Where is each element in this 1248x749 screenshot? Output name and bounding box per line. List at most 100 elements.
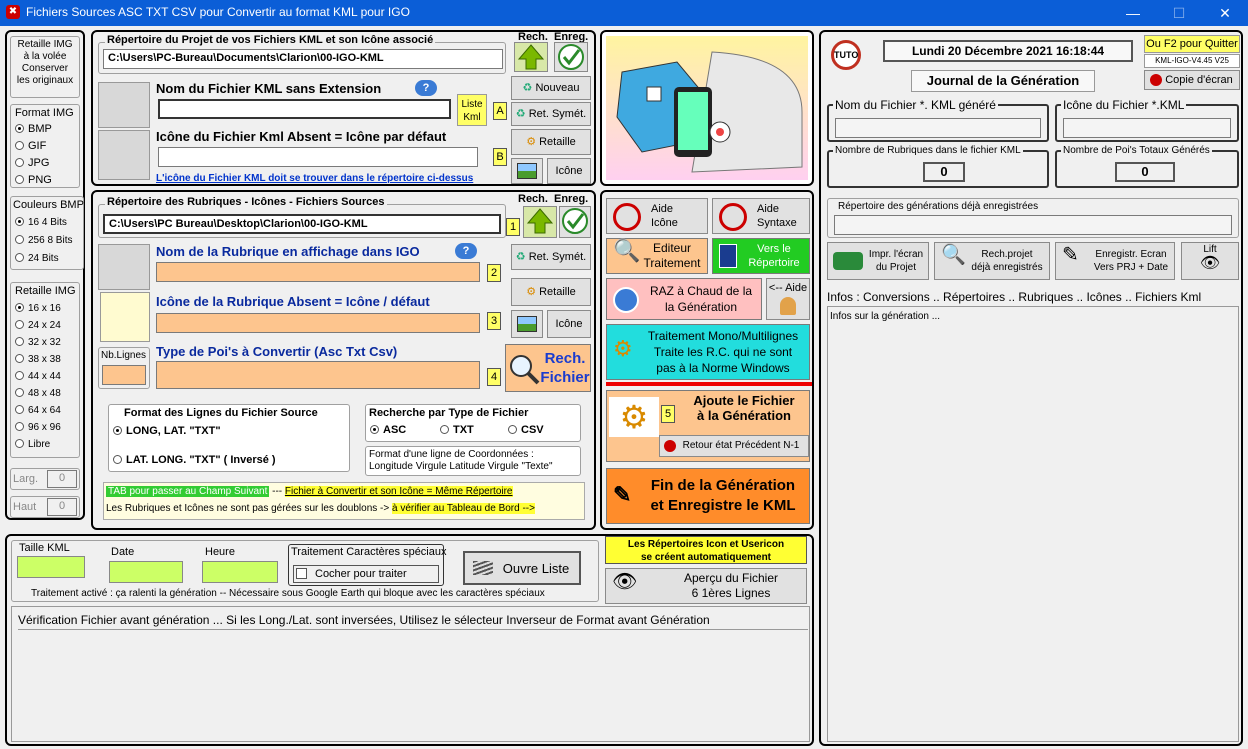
title-bar: ✖ Fichiers Sources ASC TXT CSV pour Conv… [0, 0, 1248, 26]
fin-generation-button[interactable]: ✎ Fin de la Génération et Enregistre le K… [606, 468, 810, 524]
ouvre-liste-button[interactable]: Ouvre Liste [463, 551, 581, 585]
icone-kml-genere-label: Icône du Fichier *.KML [1061, 98, 1187, 112]
size-radio-38[interactable]: 38 x 38 [15, 354, 61, 365]
icone-rubrique-button[interactable]: Icône [547, 310, 591, 338]
aide-syntaxe-button[interactable]: Aide Syntaxe [712, 198, 810, 234]
format-radio-jpg[interactable]: JPG [15, 157, 49, 169]
type-poi-input[interactable] [156, 361, 480, 389]
icone-rubrique-input[interactable] [156, 313, 480, 333]
rech-project-button[interactable] [514, 42, 548, 72]
type-radio-asc[interactable]: ASC [370, 424, 406, 436]
infos-log[interactable]: Infos sur la génération ... [827, 306, 1239, 742]
ret-symet-rubrique-button[interactable]: ♻ Ret. Symét. [511, 244, 591, 270]
format-radio-gif[interactable]: GIF [15, 140, 46, 152]
copie-ecran-button[interactable]: Copie d'écran [1144, 70, 1240, 90]
cocher-checkbox[interactable]: Cocher pour traiter [293, 565, 439, 583]
couleurs-bmp-group: Couleurs BMP 16 4 Bits 256 8 Bits 24 Bit… [10, 196, 84, 270]
retaille-project-button[interactable]: ⚙ Retaille [511, 129, 591, 155]
enregistr-ecran-button[interactable]: ✎ Enregistr. Ecran Vers PRJ + Date [1055, 242, 1175, 280]
aide-raz-button[interactable]: <-- Aide [766, 278, 810, 320]
size-radio-32[interactable]: 32 x 32 [15, 337, 61, 348]
journal-title: Journal de la Génération [911, 70, 1095, 92]
ajoute-fichier-button[interactable]: Ajoute le Fichier à la Génération [677, 393, 811, 427]
aide-icone-button[interactable]: Aide Icône [606, 198, 708, 234]
type-radio-csv[interactable]: CSV [508, 424, 544, 436]
enreg-project-button[interactable] [554, 42, 588, 72]
format-long-lat-radio[interactable]: LONG, LAT. "TXT" [113, 425, 221, 437]
image-rubrique-button[interactable] [511, 310, 543, 338]
heure-label: Heure [205, 546, 235, 558]
quit-button[interactable]: Ou F2 pour Quitter [1144, 35, 1240, 53]
rep-auto-note: Les Répertoires Icon et Usericon se crée… [605, 536, 807, 564]
ret-symet-project-button[interactable]: ♻ Ret. Symét. [511, 102, 591, 126]
help-icon[interactable]: ? [455, 243, 477, 259]
vers-repertoire-button[interactable]: Vers le Répertoire [712, 238, 810, 274]
format-radio-png[interactable]: PNG [15, 174, 52, 186]
traitement-multilignes-button[interactable]: ⚙ Traitement Mono/Multilignes Traite les … [606, 324, 810, 380]
format-ligne-note: Format d'une ligne de Coordonnées : Long… [365, 446, 581, 476]
rech-rubriques-button[interactable] [523, 206, 557, 238]
nom-rubrique-label: Nom de la Rubrique en affichage dans IGO [156, 244, 420, 259]
rech-fichier-button[interactable]: Rech. Fichier [505, 344, 591, 392]
minimize-button[interactable]: — [1110, 0, 1156, 26]
help-icon[interactable]: ? [415, 80, 437, 96]
color-radio-256[interactable]: 256 8 Bits [15, 235, 72, 246]
nb-lignes-input[interactable] [102, 365, 146, 385]
notes-line-2: Les Rubriques et Icônes ne sont pas géré… [106, 503, 535, 514]
nom-kml-input[interactable] [158, 99, 451, 119]
type-radio-txt[interactable]: TXT [440, 424, 474, 436]
raz-generation-button[interactable]: RAZ à Chaud de la la Génération [606, 278, 762, 320]
radio-icon [15, 422, 24, 431]
kml-preview-square [98, 82, 150, 128]
close-button[interactable]: ✕ [1202, 0, 1248, 26]
color-radio-16[interactable]: 16 4 Bits [15, 217, 67, 228]
lift-button[interactable]: Lift 👁 [1181, 242, 1239, 280]
size-radio-libre[interactable]: Libre [15, 439, 50, 450]
nom-rubrique-input[interactable] [156, 262, 480, 282]
couleurs-title: Couleurs BMP [13, 199, 84, 211]
color-radio-24[interactable]: 24 Bits [15, 253, 59, 264]
checkbox-icon [296, 568, 307, 579]
heure-field [202, 561, 278, 583]
doublons-note: Les Rubriques et Icônes ne sont pas géré… [106, 503, 393, 514]
size-radio-96[interactable]: 96 x 96 [15, 422, 61, 433]
format-img-group: Format IMG BMP GIF JPG PNG [10, 104, 80, 188]
size-radio-64[interactable]: 64 x 64 [15, 405, 61, 416]
format-lat-long-radio[interactable]: LAT. LONG. "TXT" ( Inversé ) [113, 454, 276, 466]
editeur-traitement-button[interactable]: 🔍 Editeur Traitement [606, 238, 708, 274]
rech-projet-button[interactable]: 🔍 Rech.projet déjà enregistrés [934, 242, 1050, 280]
enreg-rubriques-button[interactable] [559, 206, 591, 238]
size-radio-16[interactable]: 16 x 16 [15, 303, 61, 314]
haut-input[interactable]: 0 [47, 498, 77, 516]
apercu-fichier-button[interactable]: 👁 Aperçu du Fichier 6 1ères Lignes [605, 568, 807, 604]
nb-pois-label: Nombre de Poi's Totaux Générés [1061, 145, 1212, 156]
larg-group: Larg. 0 [10, 468, 80, 490]
haut-group: Haut 0 [10, 496, 80, 518]
maximize-button[interactable]: ☐ [1156, 0, 1202, 26]
icone-note-link[interactable]: L'icône du Fichier KML doit se trouver d… [156, 173, 473, 184]
radio-icon [15, 337, 24, 346]
tuto-button[interactable]: TUTO [831, 40, 861, 70]
label-1: 1 [506, 218, 520, 236]
radio-icon [508, 425, 517, 434]
retaille-toggle[interactable]: Retaille IMG à la volée Conserver les or… [10, 36, 80, 98]
retaille-rubrique-button[interactable]: ⚙ Retaille [511, 278, 591, 306]
size-radio-48[interactable]: 48 x 48 [15, 388, 61, 399]
icone-kml-input[interactable] [158, 147, 478, 167]
project-dir-input[interactable]: C:\Users\PC-Bureau\Documents\Clarion\00-… [103, 49, 503, 69]
retour-etat-button[interactable]: Retour état Précédent N-1 [659, 435, 809, 457]
larg-input[interactable]: 0 [47, 470, 77, 488]
format-lignes-title: Format des Lignes du Fichier Source [124, 407, 318, 419]
rep-gen-field[interactable] [834, 215, 1232, 235]
label-b: B [493, 148, 507, 166]
image-project-button[interactable] [511, 158, 543, 184]
icone-project-button[interactable]: Icône [547, 158, 591, 184]
liste-kml-button[interactable]: Liste Kml [457, 94, 487, 126]
impr-ecran-button[interactable]: Impr. l'écran du Projet [827, 242, 929, 280]
format-radio-bmp[interactable]: BMP [15, 123, 52, 135]
size-radio-44[interactable]: 44 x 44 [15, 371, 61, 382]
size-radio-24[interactable]: 24 x 24 [15, 320, 61, 331]
format-img-title: Format IMG [15, 107, 74, 119]
rubriques-dir-input[interactable]: C:\Users\PC Bureau\Desktop\Clarion\00-IG… [103, 214, 501, 234]
nouveau-button[interactable]: ♻ Nouveau [511, 76, 591, 100]
